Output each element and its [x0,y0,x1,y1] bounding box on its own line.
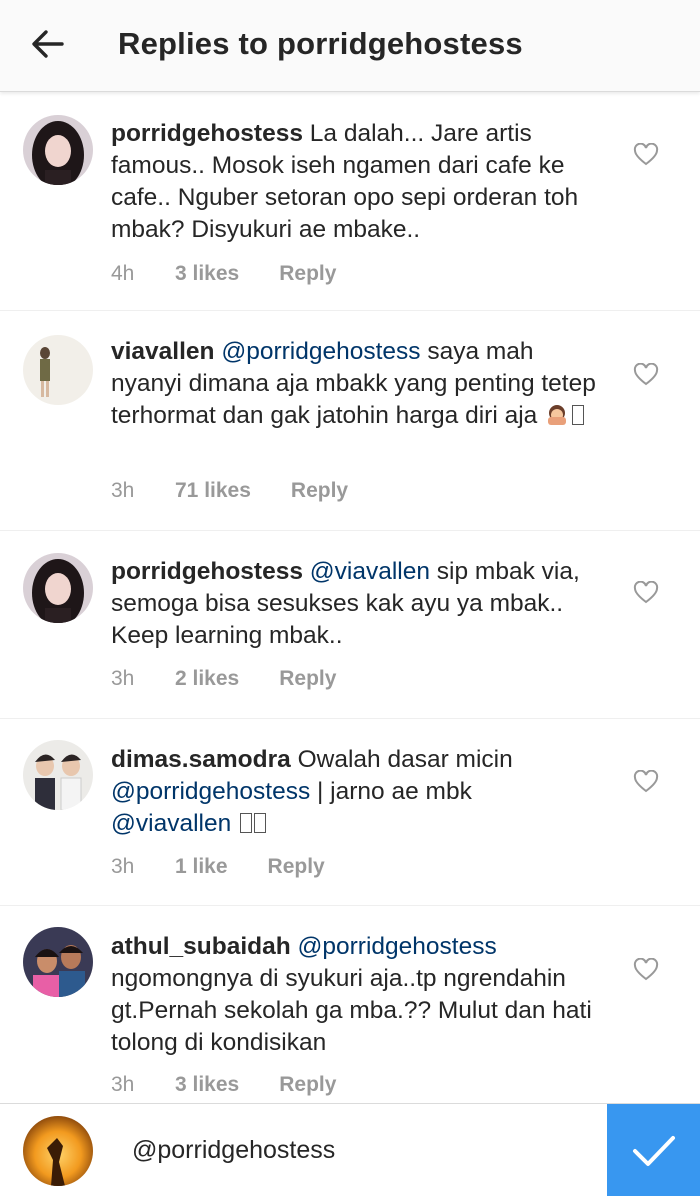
comment-username[interactable]: porridgehostess [111,120,303,147]
heart-icon [633,362,659,386]
avatar[interactable] [23,553,93,623]
reply-button[interactable]: Reply [279,1073,336,1097]
back-button[interactable] [26,22,70,66]
comment-username[interactable]: porridgehostess [111,558,303,585]
comment-meta: 3h 71 likes Reply [111,479,348,503]
unsupported-glyph-icon [254,813,267,833]
comment-likes[interactable]: 71 likes [175,479,251,503]
avatar[interactable] [23,115,93,185]
like-button[interactable] [633,580,659,605]
avatar[interactable] [23,335,93,405]
comment-username[interactable]: dimas.samodra [111,746,291,773]
reply-button[interactable]: Reply [291,479,348,503]
arrow-left-icon [32,30,64,58]
unsupported-glyph-icon [240,813,253,833]
own-avatar [23,1116,93,1186]
comment-meta: 4h 3 likes Reply [111,262,336,286]
comment-meta: 3h 3 likes Reply [111,1073,336,1097]
reply-input[interactable] [132,1132,592,1168]
comment-item: viavallen @porridgehostess saya mah nyan… [0,311,700,531]
comment-likes[interactable]: 1 like [175,855,228,879]
comment-item: dimas.samodra Owalah dasar micin @porrid… [0,719,700,906]
unsupported-glyph-icon [572,405,585,425]
comment-username[interactable]: athul_subaidah [111,933,291,960]
comment-likes[interactable]: 3 likes [175,262,239,286]
comment-meta: 3h 1 like Reply [111,855,325,879]
comment-meta: 3h 2 likes Reply [111,667,336,691]
reply-button[interactable]: Reply [268,855,325,879]
like-button[interactable] [633,957,659,982]
page-title: Replies to porridgehostess [118,26,523,61]
comment-mention[interactable]: @viavallen [310,558,430,585]
avatar[interactable] [23,927,93,997]
comment-mention[interactable]: @porridgehostess [298,933,497,960]
comment-text: athul_subaidah @porridgehostess ngomongn… [111,931,596,1059]
comment-item: porridgehostess La dalah... Jare artis f… [0,93,700,311]
comment-body: | jarno ae mbk [317,778,472,805]
comment-time: 3h [111,479,135,502]
comment-text: porridgehostess La dalah... Jare artis f… [111,118,596,246]
comment-body: Owalah dasar micin [297,746,513,773]
reply-button[interactable]: Reply [279,262,336,286]
reply-button[interactable]: Reply [279,667,336,691]
top-bar: Replies to porridgehostess [0,0,700,92]
comment-item: athul_subaidah @porridgehostess ngomongn… [0,906,700,1103]
replies-list[interactable]: porridgehostess La dalah... Jare artis f… [0,93,700,1103]
comment-time: 3h [111,855,135,878]
comment-likes[interactable]: 2 likes [175,667,239,691]
checkmark-icon [633,1136,675,1166]
comment-text: porridgehostess @viavallen sip mbak via,… [111,556,596,652]
heart-icon [633,957,659,981]
send-button[interactable] [607,1104,700,1196]
comment-likes[interactable]: 3 likes [175,1073,239,1097]
heart-icon [633,580,659,604]
comment-time: 4h [111,262,135,285]
comment-body: ngomongnya di syukuri aja..tp ngrendahin… [111,965,592,1056]
comment-time: 3h [111,1073,135,1096]
heart-icon [633,769,659,793]
comment-time: 3h [111,667,135,690]
like-button[interactable] [633,769,659,794]
comment-mention[interactable]: @porridgehostess [111,778,310,805]
like-button[interactable] [633,142,659,167]
comment-mention[interactable]: @viavallen [111,810,231,837]
reply-composer [0,1103,700,1196]
comment-text: dimas.samodra Owalah dasar micin @porrid… [111,744,596,840]
avatar[interactable] [23,740,93,810]
comment-mention[interactable]: @porridgehostess [221,338,420,365]
like-button[interactable] [633,362,659,387]
face-hands-emoji-icon [544,401,570,427]
comment-item: porridgehostess @viavallen sip mbak via,… [0,531,700,719]
comment-text: viavallen @porridgehostess saya mah nyan… [111,336,596,432]
heart-icon [633,142,659,166]
comment-username[interactable]: viavallen [111,338,215,365]
